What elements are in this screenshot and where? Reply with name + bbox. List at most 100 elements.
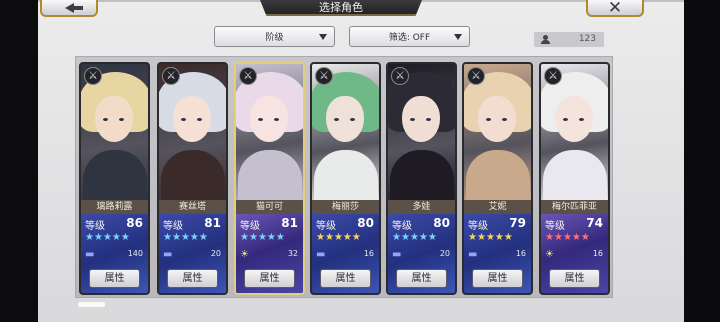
filter-label: 筛选: OFF	[388, 33, 431, 43]
star-icon: ★	[553, 232, 563, 243]
window-title: 选择角色	[260, 0, 422, 16]
star-icon: ★	[494, 232, 504, 243]
bond-value: 16	[592, 249, 603, 258]
horizontal-scrollbar[interactable]	[78, 302, 105, 307]
attribute-button[interactable]: 属性	[320, 269, 371, 288]
character-card[interactable]: ⚔ 梅尔匹菲亚等级 74 ★★★★★ ☀ 16 属性	[539, 62, 610, 295]
star-icon: ★	[392, 232, 401, 243]
level-value: 81	[204, 216, 221, 230]
level-value: 86	[126, 216, 143, 230]
stats-area: 等级 80 ★★★★★ ▬ 16 属性	[312, 214, 379, 293]
right-edge	[684, 0, 720, 322]
character-card[interactable]: ⚔ 赛丝塔 等级 81 ★★★★★ ▬ 20 属性	[157, 62, 228, 295]
close-button[interactable]: ✕	[586, 0, 644, 17]
star-rating: ★★★★★	[316, 232, 361, 243]
crossed-swords-icon: ⚔	[544, 67, 562, 85]
star-rating: ★★★★★	[392, 232, 437, 243]
element-icon: ☀	[240, 249, 249, 260]
star-icon: ★	[257, 232, 267, 243]
element-icon: ▬	[85, 249, 95, 260]
star-rating: ★★★★★	[545, 232, 590, 243]
stats-area: 等级 81 ★★★★★ ☀ 32 属性	[236, 214, 303, 293]
sort-label: 阶级	[265, 33, 284, 43]
character-name: 赛丝塔	[159, 200, 226, 214]
level-label: 等级	[392, 221, 412, 232]
level-value: 81	[281, 216, 298, 230]
star-icon: ★	[485, 232, 495, 243]
star-rating: ★★★★★	[468, 232, 513, 243]
star-icon: ★	[240, 232, 249, 243]
attribute-button[interactable]: 属性	[89, 269, 140, 288]
star-icon: ★	[248, 232, 258, 243]
attribute-button[interactable]: 属性	[472, 269, 523, 288]
star-rating: ★★★★★	[163, 232, 208, 243]
star-icon: ★	[342, 232, 352, 243]
crossed-swords-icon: ⚔	[162, 67, 180, 85]
character-card[interactable]: ⚔ 璃路莉露 等级 86 ★★★★★ ▬ 140 属性	[79, 62, 150, 295]
star-icon: ★	[163, 232, 172, 243]
bond-value: 32	[287, 249, 298, 258]
star-icon: ★	[400, 232, 410, 243]
star-icon: ★	[351, 232, 361, 243]
character-name: 梅尔匹菲亚	[541, 200, 608, 214]
element-icon: ▬	[316, 249, 326, 260]
star-icon: ★	[171, 232, 181, 243]
level-label: 等级	[240, 221, 260, 232]
attribute-button[interactable]: 属性	[549, 269, 600, 288]
back-button[interactable]	[40, 0, 98, 17]
character-name: 猫可可	[236, 200, 303, 214]
star-icon: ★	[102, 232, 112, 243]
star-icon: ★	[409, 232, 419, 243]
character-name: 梅丽莎	[312, 200, 379, 214]
character-card[interactable]: ⚔ 猫可可等级 81 ★★★★★ ☀ 32 属性	[234, 62, 305, 295]
stats-area: 等级 81 ★★★★★ ▬ 20 属性	[159, 214, 226, 293]
star-icon: ★	[427, 232, 437, 243]
element-icon: ☀	[545, 249, 554, 260]
stats-area: 等级 86 ★★★★★ ▬ 140 属性	[81, 214, 148, 293]
stats-area: 等级 79 ★★★★★ ▬ 16 属性	[464, 214, 531, 293]
star-icon: ★	[468, 232, 477, 243]
star-rating: ★★★★★	[85, 232, 130, 243]
star-icon: ★	[198, 232, 208, 243]
level-label: 等级	[316, 221, 336, 232]
crossed-swords-icon: ⚔	[467, 67, 485, 85]
character-card[interactable]: ⚔ 多娃 等级 80 ★★★★★ ▬ 20 属性	[386, 62, 457, 295]
character-count: 123	[534, 32, 604, 47]
attribute-button[interactable]: 属性	[244, 269, 295, 288]
level-label: 等级	[468, 221, 488, 232]
star-icon: ★	[316, 232, 325, 243]
stats-area: 等级 74 ★★★★★ ☀ 16 属性	[541, 214, 608, 293]
bond-value: 20	[210, 249, 221, 258]
star-icon: ★	[562, 232, 572, 243]
crossed-swords-icon: ⚔	[239, 67, 257, 85]
star-icon: ★	[418, 232, 428, 243]
level-value: 80	[357, 216, 374, 230]
star-icon: ★	[324, 232, 334, 243]
star-icon: ★	[476, 232, 486, 243]
attribute-button[interactable]: 属性	[167, 269, 218, 288]
close-icon: ✕	[607, 0, 623, 18]
crossed-swords-icon: ⚔	[84, 67, 102, 85]
character-name: 艾妮	[464, 200, 531, 214]
level-label: 等级	[545, 221, 565, 232]
stats-area: 等级 80 ★★★★★ ▬ 20 属性	[388, 214, 455, 293]
character-card[interactable]: ⚔ 梅丽莎 等级 80 ★★★★★ ▬ 16 属性	[310, 62, 381, 295]
bond-value: 16	[515, 249, 526, 258]
star-icon: ★	[580, 232, 590, 243]
star-icon: ★	[93, 232, 103, 243]
level-value: 74	[586, 216, 603, 230]
sort-dropdown[interactable]: 阶级	[214, 26, 335, 47]
star-icon: ★	[333, 232, 343, 243]
star-icon: ★	[189, 232, 199, 243]
arrow-left-icon	[64, 2, 83, 13]
bond-value: 16	[363, 249, 374, 258]
character-name: 璃路莉露	[81, 200, 148, 214]
star-icon: ★	[503, 232, 513, 243]
element-icon: ▬	[163, 249, 173, 260]
star-icon: ★	[275, 232, 285, 243]
filter-dropdown[interactable]: 筛选: OFF	[349, 26, 470, 47]
star-rating: ★★★★★	[240, 232, 285, 243]
character-card[interactable]: ⚔ 艾妮 等级 79 ★★★★★ ▬ 16 属性	[462, 62, 533, 295]
crossed-swords-icon: ⚔	[391, 67, 409, 85]
attribute-button[interactable]: 属性	[396, 269, 447, 288]
